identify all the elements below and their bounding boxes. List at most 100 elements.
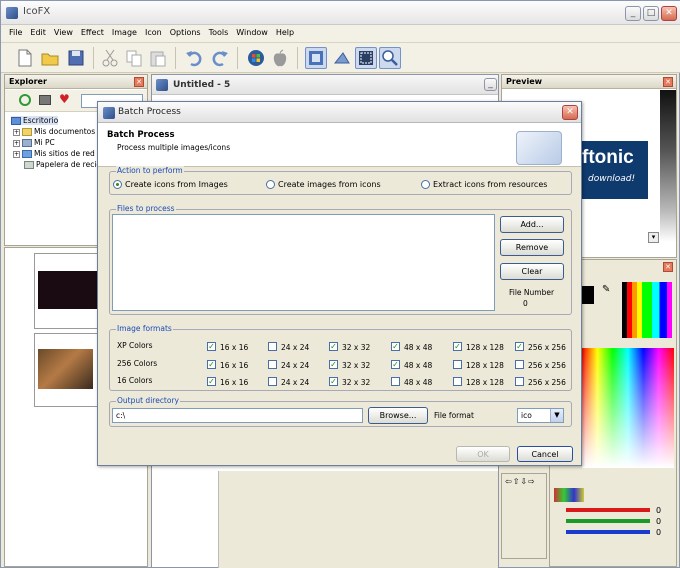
layer-arrows-icon[interactable]: ⇦⇧⇩⇨	[505, 477, 536, 486]
menu-window[interactable]: Window	[232, 25, 272, 42]
maximize-button[interactable]: □	[643, 6, 659, 21]
menu-edit[interactable]: Edit	[26, 25, 50, 42]
format-checkbox[interactable]	[515, 377, 524, 386]
format-checkbox[interactable]: ✓	[207, 377, 216, 386]
dialog-header-title: Batch Process	[107, 130, 175, 140]
format-checkbox[interactable]: ✓	[453, 342, 462, 351]
select-tool-icon[interactable]	[355, 47, 377, 69]
format-checkbox[interactable]: ✓	[329, 377, 338, 386]
tree-item[interactable]: +Mis documentos	[13, 127, 95, 136]
colors-close-button[interactable]: ✕	[663, 262, 673, 272]
scroll-down-icon[interactable]: ▾	[648, 232, 659, 243]
format-checkbox[interactable]	[268, 342, 277, 351]
image-tool-icon[interactable]	[305, 47, 327, 69]
remove-button[interactable]: Remove	[500, 239, 564, 256]
format-checkbox[interactable]: ✓	[207, 342, 216, 351]
color-palette-grid[interactable]	[622, 282, 672, 338]
copy-icon[interactable]	[123, 47, 145, 69]
file-format-label: File format	[434, 411, 474, 420]
formats-group: Image formats XP Colors✓16 x 1624 x 24✓3…	[109, 329, 572, 391]
format-checkbox[interactable]: ✓	[391, 342, 400, 351]
favorites-heart-icon[interactable]: ♥	[59, 92, 70, 106]
paste-icon[interactable]	[147, 47, 169, 69]
ok-button[interactable]: OK	[456, 446, 510, 462]
file-format-value: ico	[521, 411, 532, 420]
document-title: Untitled - 5	[173, 80, 230, 90]
menu-image[interactable]: Image	[108, 25, 141, 42]
file-format-select[interactable]: ico ▼	[517, 408, 564, 423]
format-checkbox[interactable]: ✓	[329, 360, 338, 369]
effect-tool-icon[interactable]	[331, 47, 353, 69]
app-icon	[6, 7, 18, 19]
color-spectrum[interactable]	[582, 348, 674, 468]
format-checkbox[interactable]	[453, 377, 462, 386]
dialog-app-icon	[103, 107, 115, 119]
minimize-button[interactable]: _	[625, 6, 641, 21]
green-slider[interactable]	[566, 519, 650, 523]
undo-icon[interactable]	[183, 47, 205, 69]
blue-slider[interactable]	[566, 530, 650, 534]
format-checkbox[interactable]: ✓	[207, 360, 216, 369]
document-titlebar: Untitled - 5 _	[152, 75, 498, 95]
new-icon[interactable]	[13, 47, 35, 69]
format-checkbox[interactable]	[268, 360, 277, 369]
cut-icon[interactable]	[99, 47, 121, 69]
browse-button[interactable]: Browse...	[368, 407, 428, 424]
format-checkbox[interactable]	[391, 377, 400, 386]
open-icon[interactable]	[39, 47, 61, 69]
output-group: Output directory c:\ Browse... File form…	[109, 401, 572, 427]
save-icon[interactable]	[65, 47, 87, 69]
format-checkbox[interactable]: ✓	[515, 342, 524, 351]
preview-close-button[interactable]: ✕	[663, 77, 673, 87]
format-checkbox[interactable]	[453, 360, 462, 369]
tree-item[interactable]: +Mis sitios de red	[13, 149, 95, 158]
file-list[interactable]	[112, 214, 495, 311]
menu-file[interactable]: File	[5, 25, 26, 42]
format-checkbox[interactable]	[515, 360, 524, 369]
blue-value: 0	[656, 528, 661, 537]
redo-icon[interactable]	[209, 47, 231, 69]
dialog-close-button[interactable]: ✕	[562, 105, 578, 120]
zoom-tool-icon[interactable]	[379, 47, 401, 69]
tree-item[interactable]: +Mi PC	[13, 138, 55, 147]
preview-banner-text: ftonic	[582, 147, 634, 169]
color-bars-icon	[554, 488, 584, 502]
format-checkbox[interactable]	[268, 377, 277, 386]
files-group-label: Files to process	[116, 204, 176, 213]
format-checkbox[interactable]: ✓	[391, 360, 400, 369]
menu-tools[interactable]: Tools	[205, 25, 233, 42]
clear-button[interactable]: Clear	[500, 263, 564, 280]
format-checkbox[interactable]: ✓	[329, 342, 338, 351]
format-size-label: 128 x 128	[466, 378, 504, 387]
layers-panel: ⇦⇧⇩⇨	[501, 473, 547, 559]
tree-item[interactable]: Escritorio	[11, 116, 58, 125]
close-button[interactable]: ✕	[661, 6, 677, 21]
output-group-label: Output directory	[116, 396, 180, 405]
menu-icon[interactable]: Icon	[141, 25, 166, 42]
batch-stack-icon	[516, 131, 562, 165]
format-size-label: 256 x 256	[528, 361, 566, 370]
eyedropper-icon[interactable]: ✎	[602, 284, 610, 295]
document-minimize-button[interactable]: _	[484, 78, 497, 91]
refresh-icon[interactable]	[19, 94, 31, 106]
windows-icon[interactable]	[245, 47, 267, 69]
red-slider[interactable]	[566, 508, 650, 512]
cancel-button[interactable]: Cancel	[517, 446, 573, 462]
radio-extract-icons[interactable]: Extract icons from resources	[421, 180, 547, 189]
chevron-down-icon[interactable]: ▼	[550, 409, 563, 422]
menu-options[interactable]: Options	[166, 25, 205, 42]
add-button[interactable]: Add...	[500, 216, 564, 233]
drive-icon[interactable]	[39, 95, 51, 105]
toolbar	[1, 43, 680, 73]
radio-create-images[interactable]: Create images from icons	[266, 180, 381, 189]
explorer-close-button[interactable]: ✕	[134, 77, 144, 87]
menu-effect[interactable]: Effect	[77, 25, 108, 42]
radio-create-icons[interactable]: Create icons from Images	[113, 180, 228, 189]
menu-help[interactable]: Help	[272, 25, 298, 42]
preview-banner-subtext: download!	[588, 174, 635, 184]
apple-icon[interactable]	[269, 47, 291, 69]
menu-view[interactable]: View	[50, 25, 77, 42]
desktop-icon	[11, 117, 21, 125]
output-directory-input[interactable]: c:\	[112, 408, 363, 423]
dialog-header: Batch Process Process multiple images/ic…	[98, 123, 581, 167]
